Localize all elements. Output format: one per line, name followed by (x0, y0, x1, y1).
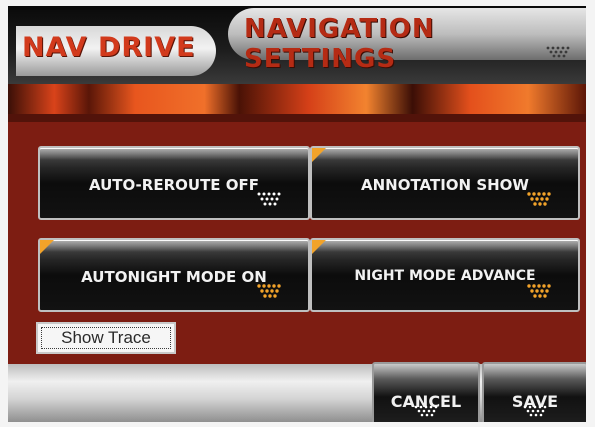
down-arrow-dots-icon (256, 283, 282, 304)
night-mode-label: NIGHT MODE ADVANCE (354, 268, 536, 284)
button-shine (40, 148, 308, 160)
night-mode-button[interactable]: NIGHT MODE ADVANCE (310, 238, 580, 312)
button-shine (312, 148, 578, 160)
button-shine (312, 240, 578, 252)
header-bar: NAV DRIVE NAVIGATION SETTINGS (8, 6, 586, 84)
decorative-divider (8, 114, 586, 122)
brand-logo: NAV DRIVE (22, 32, 196, 63)
corner-accent (40, 240, 54, 254)
show-trace-button[interactable]: Show Trace (36, 322, 176, 354)
down-arrow-dots-icon (256, 191, 282, 212)
annotation-button[interactable]: ANNOTATION SHOW (310, 146, 580, 220)
page-title: NAVIGATION SETTINGS (244, 14, 435, 74)
corner-accent (312, 148, 326, 162)
save-button[interactable]: SAVE (482, 362, 586, 422)
down-arrow-dots-icon (526, 191, 552, 212)
down-arrow-dots-icon (414, 404, 438, 422)
auto-reroute-button[interactable]: AUTO-REROUTE OFF (38, 146, 310, 220)
dots-arrow-icon (546, 46, 570, 65)
button-shine (40, 240, 308, 252)
nav-screen: NAV DRIVE NAVIGATION SETTINGS AUTO-REROU… (8, 6, 586, 422)
decorative-streaks (8, 84, 586, 116)
down-arrow-dots-icon (526, 283, 552, 304)
autonight-mode-button[interactable]: AUTONIGHT MODE ON (38, 238, 310, 312)
down-arrow-dots-icon (523, 404, 547, 422)
cancel-button[interactable]: CANCEL (372, 362, 480, 422)
corner-accent (312, 240, 326, 254)
